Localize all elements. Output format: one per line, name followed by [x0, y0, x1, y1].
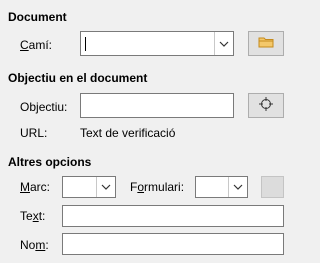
frame-combobox[interactable] — [62, 176, 116, 198]
chevron-down-icon[interactable] — [228, 177, 247, 197]
open-file-button[interactable] — [248, 31, 284, 56]
target-in-document-button[interactable] — [248, 93, 284, 118]
chevron-down-icon[interactable] — [214, 32, 233, 55]
url-value: Text de verificació — [80, 126, 176, 140]
url-label: URL: — [20, 126, 48, 140]
events-button[interactable] — [261, 176, 284, 198]
path-combobox[interactable] — [80, 31, 234, 56]
chevron-down-icon[interactable] — [96, 177, 115, 197]
text-caret — [85, 37, 86, 51]
target-input[interactable] — [80, 93, 234, 118]
target-label: Objectiu: — [20, 100, 68, 114]
target-section-title: Objectiu en el document — [8, 71, 148, 85]
other-options-section-title: Altres opcions — [8, 155, 92, 169]
frame-label: Marc: — [20, 180, 51, 194]
form-label: Formulari: — [130, 180, 185, 194]
text-input[interactable] — [62, 205, 284, 227]
name-label: Nom: — [20, 238, 49, 252]
folder-icon — [258, 36, 274, 51]
text-label: Text: — [20, 209, 46, 223]
path-label: Camí: — [20, 38, 53, 52]
crosshair-icon — [258, 96, 274, 115]
name-input[interactable] — [62, 233, 284, 255]
document-section-title: Document — [8, 10, 67, 24]
form-combobox[interactable] — [195, 176, 248, 198]
